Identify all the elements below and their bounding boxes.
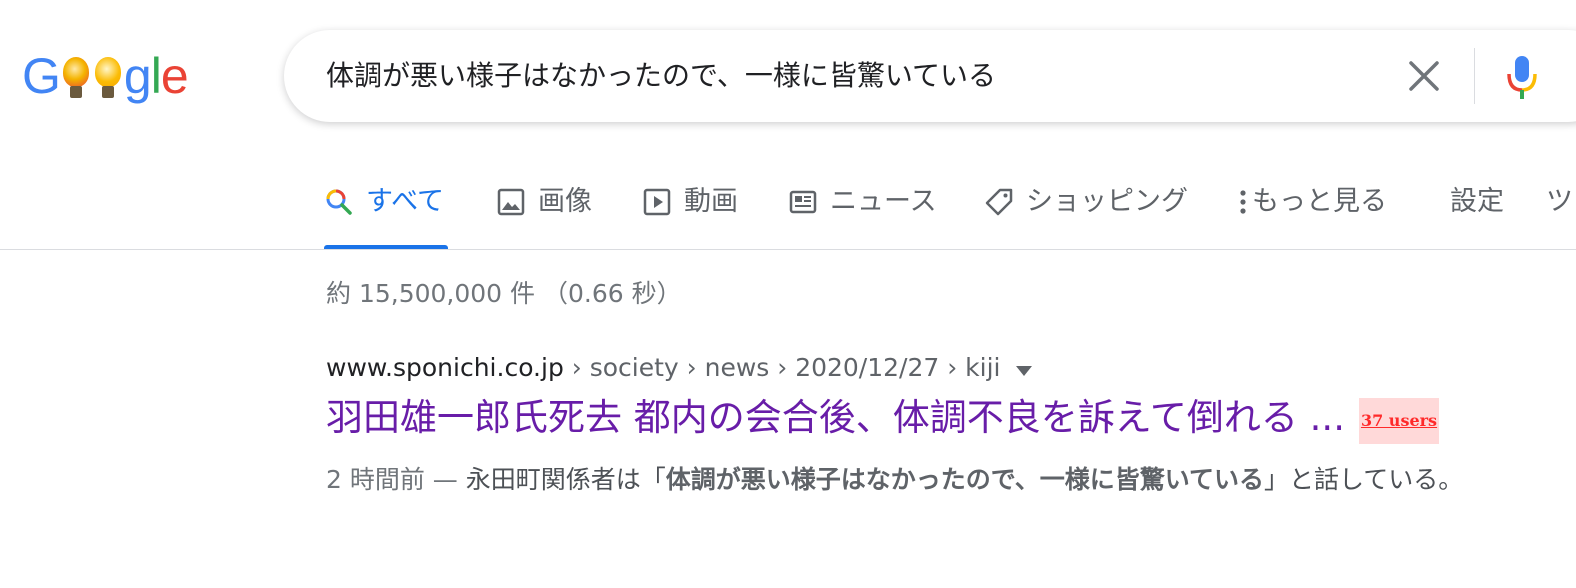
search-divider	[1474, 48, 1475, 104]
tab-label: 動画	[684, 186, 738, 217]
tab-shopping[interactable]: ショッピング	[984, 178, 1188, 250]
result-title-row: 羽田雄一郎氏死去 都内の会合後、体調不良を訴えて倒れる ... 37 users	[326, 395, 1526, 448]
tab-label: 設定	[1450, 186, 1504, 217]
bulb-icon	[93, 57, 123, 98]
search-result: www.sponichi.co.jp › society › news › 20…	[326, 348, 1526, 502]
tab-label: もっと見る	[1252, 186, 1387, 217]
result-breadcrumb[interactable]: www.sponichi.co.jp › society › news › 20…	[326, 348, 1526, 389]
result-title-link[interactable]: 羽田雄一郎氏死去 都内の会合後、体調不良を訴えて倒れる ...	[326, 396, 1345, 439]
snippet-text: 永田町関係者は「	[465, 465, 666, 494]
result-snippet: 2 時間前 — 永田町関係者は「体調が悪い様子はなかったので、一様に皆驚いている…	[326, 458, 1506, 502]
news-icon	[789, 190, 817, 214]
more-vert-icon	[1240, 190, 1246, 214]
image-icon	[497, 188, 525, 216]
tab-label: 画像	[538, 186, 592, 217]
video-icon	[643, 188, 671, 216]
tag-icon	[985, 188, 1013, 216]
bulb-icon	[61, 57, 91, 98]
tab-images[interactable]: 画像	[496, 178, 592, 250]
tab-all[interactable]: すべて	[324, 178, 448, 250]
tab-label: ショッピング	[1026, 186, 1188, 217]
tab-label: ツ	[1546, 186, 1573, 217]
search-icon	[326, 189, 352, 215]
search-box	[284, 30, 1576, 122]
result-date: 2 時間前	[326, 465, 425, 494]
result-stats: 約 15,500,000 件 （0.66 秒）	[326, 279, 682, 308]
result-site: www.sponichi.co.jp	[326, 353, 564, 382]
tab-label: ニュース	[830, 186, 937, 217]
snippet-text: 」と話している。	[1264, 465, 1464, 494]
tab-tools[interactable]: ツ	[1546, 178, 1573, 250]
tab-settings[interactable]: 設定	[1450, 178, 1504, 250]
tab-more[interactable]: もっと見る	[1236, 178, 1387, 250]
search-input[interactable]	[326, 30, 1366, 122]
date-separator: —	[424, 465, 466, 494]
voice-search-button[interactable]	[1502, 52, 1542, 102]
google-logo[interactable]: Ggle	[22, 46, 189, 106]
clear-search-button[interactable]	[1404, 56, 1444, 96]
tabs-divider	[0, 249, 1576, 250]
caret-down-icon	[1015, 366, 1032, 376]
snippet-highlight: 体調が悪い様子はなかったので、一様に皆驚いている	[665, 465, 1265, 494]
tab-news[interactable]: ニュース	[788, 178, 937, 250]
search-tabs: すべて 画像 動画 ニュース ショッピング もっと見る 設定 ツ	[324, 178, 1576, 250]
result-path: › society › news › 2020/12/27 › kiji	[563, 353, 1001, 382]
result-options-button[interactable]	[1015, 349, 1033, 389]
users-badge[interactable]: 37 users	[1358, 398, 1440, 444]
close-icon	[1409, 61, 1439, 91]
tab-videos[interactable]: 動画	[642, 178, 738, 250]
mic-icon	[1507, 56, 1537, 99]
tab-label: すべて	[366, 186, 445, 217]
